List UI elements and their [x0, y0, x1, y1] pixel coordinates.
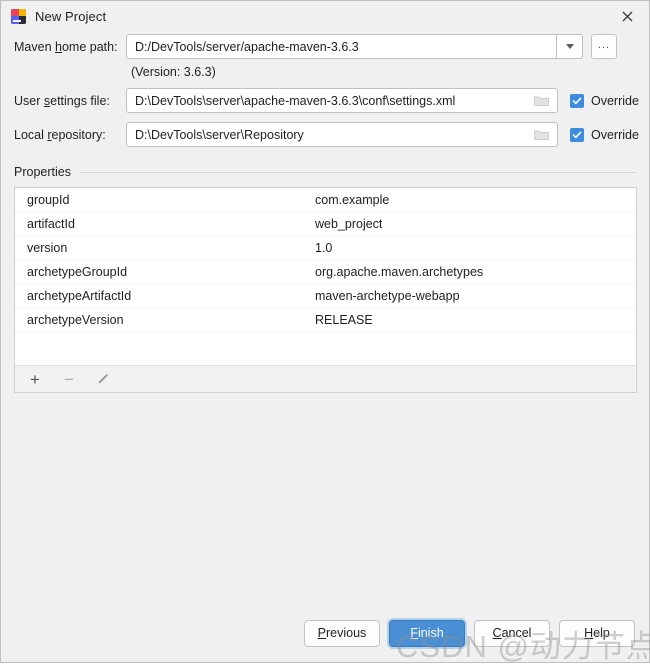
pencil-icon[interactable] — [93, 369, 113, 389]
property-value: com.example — [315, 193, 389, 207]
maven-home-field-wrap: D:/DevTools/server/apache-maven-3.6.3 ..… — [126, 34, 617, 59]
properties-toolbar: + − — [15, 365, 636, 392]
check-glyph — [572, 96, 582, 106]
title-bar: New Project — [1, 1, 649, 31]
table-row[interactable]: archetypeGroupIdorg.apache.maven.archety… — [15, 260, 636, 284]
property-value: 1.0 — [315, 241, 332, 255]
section-divider — [79, 172, 636, 173]
checkbox-checked-icon[interactable] — [570, 128, 584, 142]
maven-version-row: (Version: 3.6.3) — [14, 60, 636, 84]
folder-glyph — [534, 129, 549, 141]
maven-home-row: Maven home path: D:/DevTools/server/apac… — [14, 33, 636, 60]
maven-home-input[interactable]: D:/DevTools/server/apache-maven-3.6.3 — [126, 34, 556, 59]
override-label: Override — [591, 94, 639, 108]
override-label: Override — [591, 128, 639, 142]
property-key: groupId — [15, 193, 315, 207]
property-value: maven-archetype-webapp — [315, 289, 460, 303]
property-key: archetypeGroupId — [15, 265, 315, 279]
property-key: archetypeVersion — [15, 313, 315, 327]
local-repository-field-wrap: D:\DevTools\server\Repository Override — [126, 122, 639, 147]
user-settings-override[interactable]: Override — [570, 94, 639, 108]
local-repository-override[interactable]: Override — [570, 128, 639, 142]
close-icon[interactable] — [605, 1, 649, 31]
check-glyph — [572, 130, 582, 140]
properties-section-title: Properties — [14, 165, 79, 179]
local-repository-label: Local repository: — [14, 128, 126, 142]
finish-button[interactable]: Finish — [389, 620, 465, 647]
help-button[interactable]: Help — [559, 620, 635, 647]
property-key: archetypeArtifactId — [15, 289, 315, 303]
properties-panel: groupIdcom.exampleartifactIdweb_projectv… — [14, 187, 637, 393]
pencil-glyph — [96, 372, 110, 386]
user-settings-value: D:\DevTools\server\apache-maven-3.6.3\co… — [135, 94, 455, 108]
folder-icon[interactable] — [534, 129, 549, 141]
dialog-footer: Previous Finish Cancel Help — [1, 608, 649, 662]
close-glyph — [622, 11, 633, 22]
maven-home-browse-button[interactable]: ... — [591, 34, 617, 59]
new-project-dialog: New Project Maven home path: D:/DevTools… — [0, 0, 650, 663]
window-title: New Project — [35, 9, 106, 24]
table-row[interactable]: groupIdcom.example — [15, 188, 636, 212]
previous-button[interactable]: Previous — [304, 620, 380, 647]
folder-glyph — [534, 95, 549, 107]
folder-icon[interactable] — [534, 95, 549, 107]
property-value: org.apache.maven.archetypes — [315, 265, 483, 279]
property-value: web_project — [315, 217, 382, 231]
maven-home-label: Maven home path: — [14, 40, 126, 54]
cancel-button[interactable]: Cancel — [474, 620, 550, 647]
chevron-down-icon[interactable] — [556, 34, 583, 59]
user-settings-field-wrap: D:\DevTools\server\apache-maven-3.6.3\co… — [126, 88, 639, 113]
properties-table[interactable]: groupIdcom.exampleartifactIdweb_projectv… — [15, 188, 636, 365]
property-key: version — [15, 241, 315, 255]
user-settings-row: User settings file: D:\DevTools\server\a… — [14, 87, 636, 114]
table-row[interactable]: artifactIdweb_project — [15, 212, 636, 236]
table-row[interactable]: archetypeVersionRELEASE — [15, 308, 636, 332]
add-property-button[interactable]: + — [25, 369, 45, 389]
local-repository-row: Local repository: D:\DevTools\server\Rep… — [14, 121, 636, 148]
user-settings-label: User settings file: — [14, 94, 126, 108]
checkbox-checked-icon[interactable] — [570, 94, 584, 108]
properties-section-header: Properties — [14, 165, 636, 179]
table-row[interactable]: archetypeArtifactIdmaven-archetype-webap… — [15, 284, 636, 308]
intellij-idea-icon — [11, 9, 26, 24]
user-settings-input[interactable]: D:\DevTools\server\apache-maven-3.6.3\co… — [126, 88, 558, 113]
local-repository-input[interactable]: D:\DevTools\server\Repository — [126, 122, 558, 147]
remove-property-button[interactable]: − — [59, 369, 79, 389]
local-repository-value: D:\DevTools\server\Repository — [135, 128, 304, 142]
property-key: artifactId — [15, 217, 315, 231]
dialog-content: Maven home path: D:/DevTools/server/apac… — [1, 31, 649, 608]
maven-version-note: (Version: 3.6.3) — [126, 65, 216, 79]
table-row[interactable]: version1.0 — [15, 236, 636, 260]
property-value: RELEASE — [315, 313, 373, 327]
